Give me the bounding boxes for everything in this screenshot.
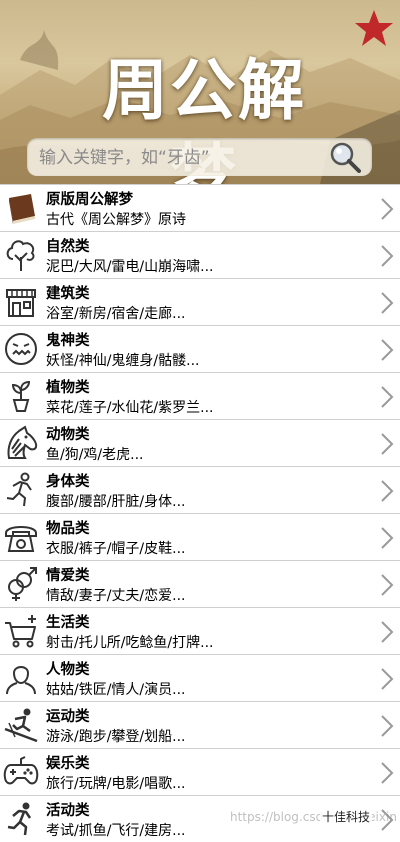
item-title: 身体类: [46, 474, 90, 490]
item-title: 运动类: [46, 709, 90, 725]
horse-head-icon: [7, 425, 38, 459]
gamepad-icon: [3, 756, 39, 785]
running-person-icon: [6, 472, 32, 507]
search-input[interactable]: [37, 142, 331, 174]
skier-icon: [4, 708, 38, 743]
chevron-right-icon: [381, 480, 394, 502]
book-icon: [9, 194, 35, 224]
item-subtitle: 鱼/狗/鸡/老虎...: [46, 447, 144, 463]
list-item[interactable]: 娱乐类 旅行/玩牌/电影/唱歌...: [0, 748, 400, 795]
item-subtitle: 泥巴/大风/雷电/山崩海啸...: [46, 259, 214, 275]
item-title: 建筑类: [46, 286, 90, 302]
list-item[interactable]: 建筑类 浴室/新房/宿舍/走廊...: [0, 278, 400, 325]
chevron-right-icon: [381, 292, 394, 314]
chevron-right-icon: [381, 245, 394, 267]
list-item[interactable]: 动物类 鱼/狗/鸡/老虎...: [0, 419, 400, 466]
item-subtitle: 游泳/跑步/攀登/划船...: [46, 729, 186, 745]
item-title: 娱乐类: [46, 756, 90, 772]
item-subtitle: 旅行/玩牌/电影/唱歌...: [46, 776, 186, 792]
list-item[interactable]: 身体类 腹部/腰部/肝脏/身体...: [0, 466, 400, 513]
chevron-right-icon: [381, 386, 394, 408]
list-item[interactable]: 人物类 姑姑/铁匠/情人/演员...: [0, 654, 400, 701]
person-bust-icon: [6, 666, 36, 695]
list-item[interactable]: 物品类 衣服/裤子/帽子/皮鞋...: [0, 513, 400, 560]
chevron-right-icon: [381, 715, 394, 737]
tree-icon: [6, 240, 35, 271]
star-icon[interactable]: [354, 8, 394, 48]
item-subtitle: 腹部/腰部/肝脏/身体...: [46, 494, 186, 510]
chevron-right-icon: [381, 339, 394, 361]
chevron-right-icon: [381, 527, 394, 549]
item-subtitle: 浴室/新房/宿舍/走廊...: [46, 306, 186, 322]
runner-icon: [7, 802, 32, 836]
item-title: 人物类: [46, 662, 90, 678]
chevron-right-icon: [381, 621, 394, 643]
chevron-right-icon: [381, 668, 394, 690]
item-title: 鬼神类: [46, 333, 90, 349]
item-subtitle: 考试/抓鱼/飞行/建房...: [46, 823, 186, 839]
category-list: 原版周公解梦 古代《周公解梦》原诗 自然类 泥巴/大风/雷电/山崩海啸... 建…: [0, 184, 400, 842]
list-item[interactable]: 植物类 菜花/莲子/水仙花/紫罗兰...: [0, 372, 400, 419]
item-title: 活动类: [46, 803, 90, 819]
item-subtitle: 古代《周公解梦》原诗: [46, 212, 186, 228]
search-icon[interactable]: [327, 140, 363, 174]
item-title: 情爱类: [46, 568, 90, 584]
item-title: 自然类: [46, 239, 90, 255]
item-subtitle: 情敌/妻子/丈夫/恋爱...: [46, 588, 186, 604]
store-building-icon: [6, 289, 36, 317]
list-item[interactable]: 自然类 泥巴/大风/雷电/山崩海啸...: [0, 231, 400, 278]
item-title: 物品类: [46, 521, 90, 537]
list-item[interactable]: 生活类 射击/托儿所/吃鲶鱼/打牌...: [0, 607, 400, 654]
shopping-cart-icon: [5, 615, 36, 648]
ghost-face-icon: [5, 333, 37, 365]
item-title: 植物类: [46, 380, 90, 396]
watermark-brand: 十佳科技: [320, 808, 373, 825]
chevron-right-icon: [381, 198, 394, 220]
item-subtitle: 妖怪/神仙/鬼缠身/骷髅...: [46, 353, 200, 369]
item-title: 生活类: [46, 615, 90, 631]
search-bar[interactable]: [27, 138, 372, 176]
item-title: 原版周公解梦: [46, 192, 133, 208]
list-item[interactable]: 鬼神类 妖怪/神仙/鬼缠身/骷髅...: [0, 325, 400, 372]
chevron-right-icon: [381, 762, 394, 784]
item-subtitle: 衣服/裤子/帽子/皮鞋...: [46, 541, 186, 557]
gender-symbols-icon: [8, 567, 37, 601]
telephone-icon: [5, 526, 37, 552]
list-item[interactable]: 运动类 游泳/跑步/攀登/划船...: [0, 701, 400, 748]
item-subtitle: 菜花/莲子/水仙花/紫罗兰...: [46, 400, 214, 416]
header-banner: 周公解梦: [0, 0, 400, 184]
list-item[interactable]: 情爱类 情敌/妻子/丈夫/恋爱...: [0, 560, 400, 607]
chevron-right-icon: [381, 433, 394, 455]
item-subtitle: 姑姑/铁匠/情人/演员...: [46, 682, 186, 698]
item-title: 动物类: [46, 427, 90, 443]
list-item[interactable]: 原版周公解梦 古代《周公解梦》原诗: [0, 184, 400, 231]
potted-plant-icon: [11, 380, 31, 412]
item-subtitle: 射击/托儿所/吃鲶鱼/打牌...: [46, 635, 214, 651]
chevron-right-icon: [381, 574, 394, 596]
